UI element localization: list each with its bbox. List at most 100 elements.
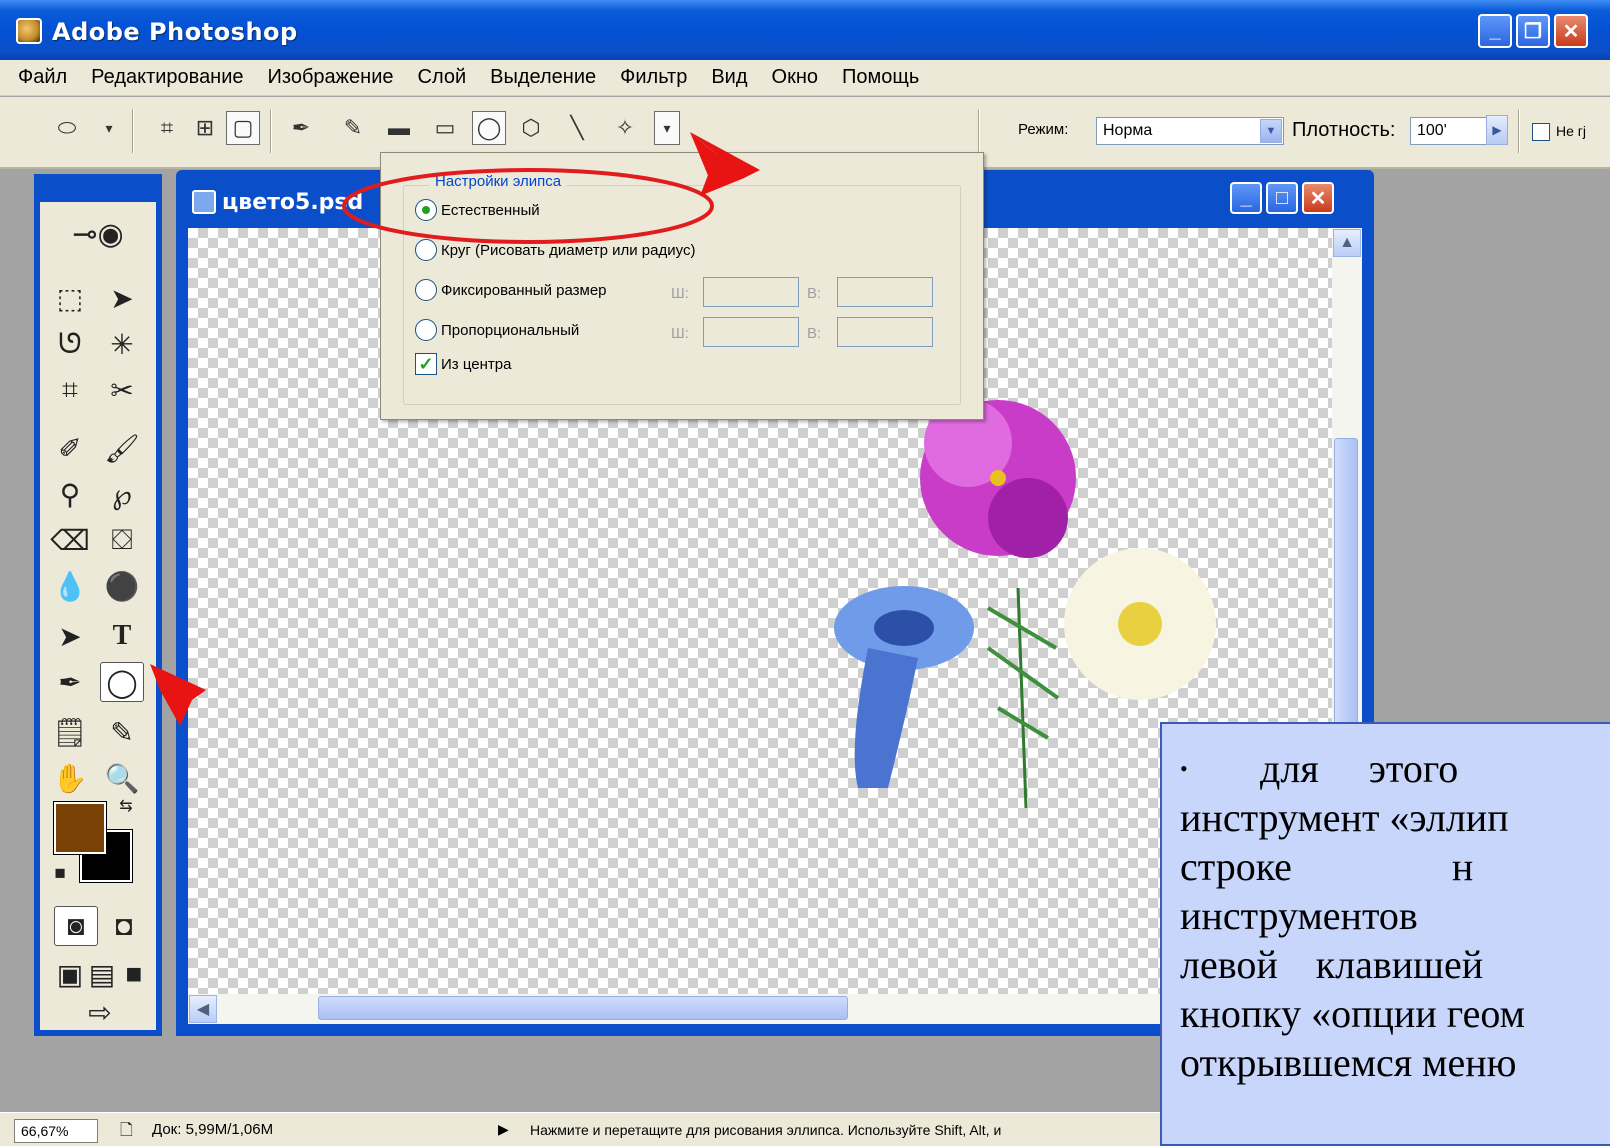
tool-preset-dropdown-icon[interactable]: ▾ <box>92 111 126 145</box>
scroll-left-icon[interactable]: ◀ <box>189 995 217 1023</box>
opacity-slider-arrow-icon[interactable]: ▶ <box>1486 115 1508 145</box>
photoshop-app-icon[interactable] <box>16 18 42 44</box>
pen-icon[interactable]: ✒ <box>284 111 318 145</box>
standard-screen-mode-icon[interactable]: ▣ <box>54 954 86 994</box>
menu-bar: Файл Редактирование Изображение Слой Выд… <box>0 60 1610 96</box>
menu-edit[interactable]: Редактирование <box>79 66 255 89</box>
polygon-icon[interactable]: ⬡ <box>514 111 548 145</box>
line-icon[interactable]: ╲ <box>560 111 594 145</box>
fixed-height-input[interactable] <box>837 277 933 307</box>
blue-bellflower <box>834 586 974 788</box>
proportional-width-input[interactable] <box>703 317 799 347</box>
horizontal-scroll-thumb[interactable] <box>318 996 848 1020</box>
menu-file[interactable]: Файл <box>6 66 79 89</box>
separator <box>270 109 272 153</box>
full-screen-menu-mode-icon[interactable]: ▤ <box>86 954 118 994</box>
marquee-tool-icon[interactable]: ⬚ <box>48 278 92 318</box>
default-colors-icon[interactable]: ◼ <box>50 862 70 882</box>
ellipse-tool-icon[interactable]: ◯ <box>100 662 144 702</box>
fixed-height-label: В: <box>807 285 822 302</box>
scroll-up-icon[interactable]: ▲ <box>1333 229 1361 257</box>
radio-fixed-size[interactable] <box>415 279 437 301</box>
vertical-scroll-thumb[interactable] <box>1334 438 1358 768</box>
jump-to-imageready-icon[interactable]: ⇨ <box>70 992 130 1032</box>
custom-shape-icon[interactable]: ✧ <box>608 111 642 145</box>
clone-stamp-tool-icon[interactable]: ⚲ <box>48 474 92 514</box>
menu-select[interactable]: Выделение <box>478 66 608 89</box>
window-title: Adobe Photoshop <box>52 18 298 46</box>
document-icon: 🗋 <box>120 1122 133 1139</box>
foreground-color-swatch[interactable] <box>53 801 107 855</box>
chevron-down-icon: ▼ <box>1260 119 1282 143</box>
healing-brush-tool-icon[interactable]: ✐ <box>48 428 92 468</box>
close-button[interactable]: ✕ <box>1554 14 1588 48</box>
quick-mask-mode-icon[interactable]: ◘ <box>102 906 146 946</box>
doc-close-button[interactable]: ✕ <box>1302 182 1334 214</box>
radio-circle[interactable] <box>415 239 437 261</box>
radio-proportional[interactable] <box>415 319 437 341</box>
pen-tool-icon[interactable]: ✒ <box>48 662 92 702</box>
tool-preset-ellipse-icon[interactable]: ⬭ <box>50 111 84 145</box>
eyedropper-tool-icon[interactable]: ✎ <box>100 712 144 752</box>
eraser-tool-icon[interactable]: ⌫ <box>48 520 92 560</box>
status-arrow-icon[interactable]: ▶ <box>498 1121 509 1138</box>
option-unconstrained[interactable]: Естественный <box>415 199 540 221</box>
mode-select[interactable]: Норма ▼ <box>1096 117 1284 145</box>
doc-maximize-button[interactable]: □ <box>1266 182 1298 214</box>
paint-bucket-tool-icon[interactable]: ⛋ <box>100 520 144 560</box>
minimize-button[interactable]: _ <box>1478 14 1512 48</box>
history-brush-tool-icon[interactable]: ℘ <box>100 474 144 514</box>
ellipse-options-popup: Настройки элипса Естественный Круг (Рисо… <box>380 152 984 420</box>
ellipse-shape-icon[interactable]: ◯ <box>472 111 506 145</box>
geometry-options-dropdown-icon[interactable]: ▾ <box>654 111 680 145</box>
adobe-eye-logo-icon[interactable]: ⊸◉ <box>48 210 148 258</box>
zoom-level-field[interactable]: 66,67% <box>14 1119 98 1143</box>
fixed-width-input[interactable] <box>703 277 799 307</box>
zoom-tool-icon[interactable]: 🔍 <box>100 758 144 798</box>
antialias-checkbox[interactable] <box>1532 123 1550 141</box>
menu-filter[interactable]: Фильтр <box>608 66 699 89</box>
crop-tool-icon[interactable]: ⌗ <box>48 370 92 410</box>
dodge-tool-icon[interactable]: ⚫ <box>100 566 144 606</box>
option-proportional[interactable]: Пропорциональный <box>415 319 579 341</box>
proportional-height-input[interactable] <box>837 317 933 347</box>
menu-view[interactable]: Вид <box>699 66 759 89</box>
lasso-tool-icon[interactable]: ᘎ <box>48 324 92 364</box>
separator <box>978 109 980 153</box>
magic-wand-tool-icon[interactable]: ✳ <box>100 324 144 364</box>
path-selection-tool-icon[interactable]: ➤ <box>48 616 92 656</box>
option-circle[interactable]: Круг (Рисовать диаметр или радиус) <box>415 239 695 261</box>
shape-layers-icon[interactable]: ⌗ <box>150 111 184 145</box>
from-center-checkbox[interactable]: ✓ <box>415 353 437 375</box>
notes-tool-icon[interactable]: 🗒 <box>48 712 92 752</box>
rounded-rectangle-icon[interactable]: ▭ <box>428 111 462 145</box>
standard-mode-icon[interactable]: ◙ <box>54 906 98 946</box>
fixed-width-label: Ш: <box>671 285 689 302</box>
ellipse-options-legend: Настройки элипса <box>429 173 568 190</box>
option-fixed-size[interactable]: Фиксированный размер <box>415 279 607 301</box>
hand-tool-icon[interactable]: ✋ <box>48 758 92 798</box>
radio-unconstrained[interactable] <box>415 199 437 221</box>
opacity-field[interactable]: 100' <box>1410 117 1488 145</box>
note-line-2: инструмент «эллип <box>1180 795 1509 840</box>
option-from-center[interactable]: ✓ Из центра <box>415 353 511 375</box>
fill-pixels-icon[interactable]: ▢ <box>226 111 260 145</box>
blur-tool-icon[interactable]: 💧 <box>48 566 92 606</box>
swap-colors-icon[interactable]: ⇆ <box>114 794 138 818</box>
rectangle-icon[interactable]: ▬ <box>382 111 416 145</box>
brush-tool-icon[interactable]: 🖌 <box>100 428 144 468</box>
type-tool-icon[interactable]: T <box>100 616 144 656</box>
proportional-height-label: В: <box>807 325 822 342</box>
freeform-pen-icon[interactable]: ✎ <box>336 111 370 145</box>
menu-image[interactable]: Изображение <box>256 66 406 89</box>
full-screen-mode-icon[interactable]: ■ <box>118 954 150 994</box>
note-line-7: открывшемся меню <box>1180 1040 1517 1085</box>
menu-layer[interactable]: Слой <box>406 66 479 89</box>
slice-tool-icon[interactable]: ✂ <box>100 370 144 410</box>
menu-window[interactable]: Окно <box>760 66 830 89</box>
restore-button[interactable]: ❐ <box>1516 14 1550 48</box>
move-tool-icon[interactable]: ➤ <box>100 278 144 318</box>
paths-icon[interactable]: ⊞ <box>188 111 222 145</box>
doc-minimize-button[interactable]: _ <box>1230 182 1262 214</box>
menu-help[interactable]: Помощь <box>830 66 931 89</box>
